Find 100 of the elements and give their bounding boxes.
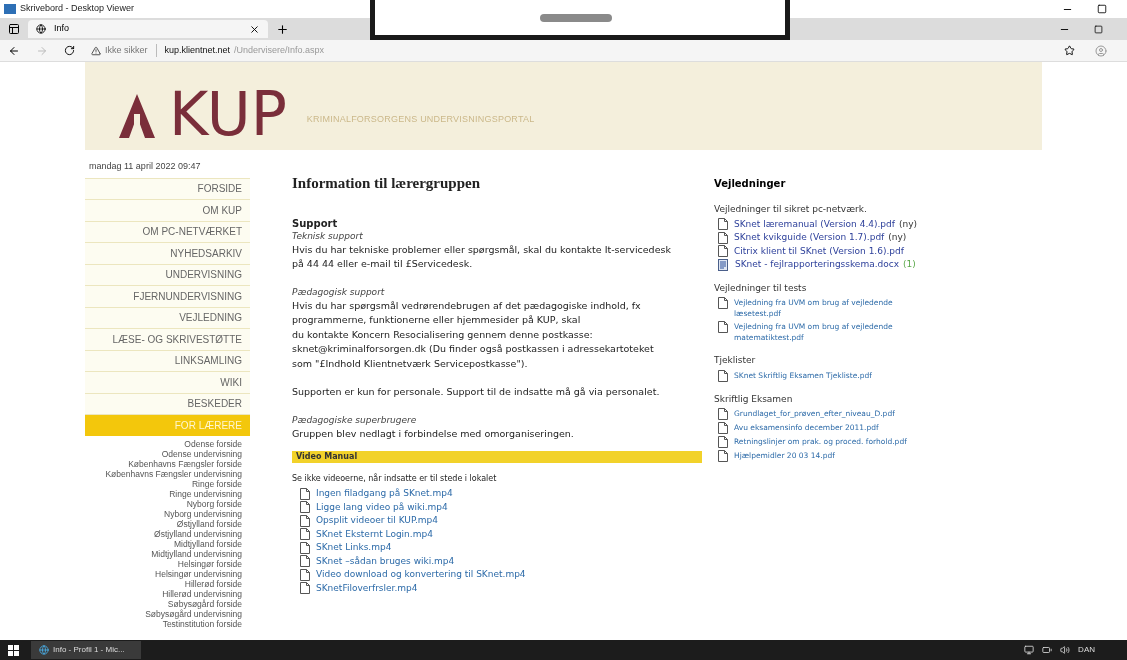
app-icon	[4, 4, 16, 14]
browser-icon	[39, 645, 49, 655]
video-link[interactable]: Video download og konvertering til SKnet.mp4	[316, 568, 526, 582]
restore-icon[interactable]	[1094, 24, 1103, 34]
location-link[interactable]: Københavns Fængsler undervisning	[105, 468, 242, 479]
location-link[interactable]: Københavns Fængsler forside	[128, 458, 242, 469]
video-link[interactable]: SKnet Eksternt Login.mp4	[316, 527, 433, 541]
location-link[interactable]: Testinstitution forside	[162, 618, 242, 629]
location-link[interactable]: Hillerød undervisning	[162, 588, 242, 599]
nav-link[interactable]: LÆSE- OG SKRIVESTØTTE	[85, 328, 250, 350]
location-link[interactable]: Midtjylland undervisning	[151, 548, 242, 559]
new-label: (ny)	[888, 231, 907, 244]
location-link[interactable]: Nyborg forside	[186, 498, 242, 509]
location-link[interactable]: Nyborg undervisning	[164, 508, 242, 519]
handle-icon[interactable]	[540, 14, 612, 22]
file-icon	[300, 501, 310, 514]
file-icon	[300, 487, 310, 500]
tagline: KRIMINALFORSORGENS UNDERVISNINGSPORTAL	[306, 112, 535, 126]
file-icon	[718, 218, 728, 231]
note-text: Se ikke videoerne, når indsatte er til stede i lokalet	[292, 473, 498, 485]
video-link[interactable]: Ligge lang video på wiki.mp4	[316, 500, 448, 514]
paragraph: Gruppen blev nedlagt i forbindelse med omorganiseringen.	[292, 426, 575, 441]
nav-link[interactable]: NYHEDSARKIV	[85, 242, 250, 264]
subheading: Teknisk support	[292, 229, 364, 243]
address-field[interactable]: Ikke sikker kup.klientnet.net /Undervisere/Info.aspx	[91, 42, 325, 59]
document-link[interactable]: SKnet - fejlrapporteringsskema.docx	[735, 258, 900, 272]
windows-icon[interactable]	[8, 644, 19, 656]
location-link[interactable]: Odense forside	[184, 438, 242, 449]
warning-icon	[91, 45, 101, 56]
volume-icon[interactable]	[1060, 645, 1071, 655]
paragraph: Hvis du har tekniske problemer eller spørgsmål, skal du kontakte It-servicedesk på 44 44 eller e-mail til £Servicedesk.	[292, 242, 672, 271]
page-title: Information til lærergruppen	[292, 174, 482, 193]
count-label: (1)	[903, 258, 916, 271]
section-heading: Support	[292, 216, 339, 230]
location-link[interactable]: Odense undervisning	[161, 448, 242, 459]
video-link[interactable]: Opsplit videoer til KUP.mp4	[316, 514, 438, 528]
nav-link[interactable]: WIKI	[85, 371, 250, 393]
date-text: mandag 11 april 2022 09:47	[88, 160, 202, 173]
back-icon[interactable]	[8, 44, 20, 57]
location-link[interactable]: Østjylland undervisning	[154, 528, 242, 539]
group-title: Tjeklister	[714, 354, 757, 367]
nav-link[interactable]: VEJLEDNING	[85, 306, 250, 328]
network-icon[interactable]	[1024, 645, 1035, 655]
file-icon	[300, 528, 310, 541]
file-icon	[300, 568, 310, 581]
location-link[interactable]: Hillerød forside	[184, 578, 242, 589]
nav-link[interactable]: OM KUP	[85, 199, 250, 221]
location-link[interactable]: Søbysøgård undervisning	[145, 608, 242, 619]
location-link[interactable]: Ringe forside	[191, 478, 242, 489]
page-icon	[36, 24, 46, 34]
new-tab-icon[interactable]	[276, 22, 289, 36]
close-icon[interactable]	[249, 23, 260, 35]
subheading: Pædagogiske superbrugere	[292, 413, 418, 427]
new-label: (ny)	[898, 217, 917, 231]
document-link[interactable]: SKnet læremanual (Version 4.4).pdf	[734, 217, 895, 231]
video-link[interactable]: Ingen filadgang på SKnet.mp4	[316, 487, 453, 501]
language-indicator[interactable]: DAN	[1078, 644, 1095, 656]
location-link[interactable]: Østjylland forside	[176, 518, 242, 529]
location-link[interactable]: Midtjylland forside	[173, 538, 242, 549]
tab-actions-icon[interactable]	[8, 23, 20, 35]
file-icon	[718, 245, 728, 258]
file-icon	[718, 450, 728, 462]
battery-icon[interactable]	[1042, 645, 1053, 655]
refresh-icon[interactable]	[64, 45, 75, 56]
logo-text: KUP	[169, 86, 287, 142]
file-icon	[300, 541, 310, 554]
file-icon	[300, 582, 310, 595]
video-link[interactable]: SKnet Links.mp4	[316, 541, 392, 555]
nav-link[interactable]: FORSIDE	[85, 177, 250, 199]
window-title: Skrivebord - Desktop Viewer	[20, 2, 134, 16]
nav-link[interactable]: UNDERVISNING	[85, 263, 250, 285]
file-icon	[300, 514, 310, 527]
maximize-icon[interactable]	[1097, 4, 1107, 14]
file-icon	[718, 321, 728, 333]
paragraph: Hvis du har spørgsmål vedrørendebrugen af det pædagogiske indhold, fx programmerne, funktionerne eller hjemmesider på KUP, skal du kontakte Koncern Resocialisering gennem denne postkasse: sknet@kriminalforsorgen.dk (Du finder også postkassen i adressekartoteket som "£Indhold Klientnetværk Servicepostkasse").	[292, 298, 655, 371]
document-link[interactable]: Citrix klient til SKnet (Version 1.6).pdf	[734, 244, 904, 258]
nav-link[interactable]: LINKSAMLING	[85, 349, 250, 371]
nav-link[interactable]: FJERNUNDERVISNING	[85, 285, 250, 307]
document-link[interactable]: SKnet kvikguide (Version 1.7).pdf	[734, 231, 885, 245]
file-icon	[718, 408, 728, 420]
video-link[interactable]: SKnetFiloverfrsler.mp4	[316, 581, 418, 595]
group-title: Vejledninger til tests	[714, 281, 808, 295]
taskbar-app-button[interactable]: Info - Profil 1 - Mic...	[31, 641, 141, 659]
nav-link[interactable]: BESKEDER	[85, 392, 250, 414]
browser-tab[interactable]: Info	[28, 20, 268, 38]
section-heading: Video Manual	[296, 451, 358, 463]
file-icon	[718, 297, 728, 309]
section-heading: Vejledninger	[714, 177, 787, 191]
favorites-icon[interactable]	[1064, 45, 1075, 56]
video-link[interactable]: SKnet –sådan bruges wiki.mp4	[316, 554, 455, 568]
location-link[interactable]: Helsingør forside	[177, 558, 242, 569]
paragraph: Supporten er kun for personale. Support til de indsatte må gå via personalet.	[292, 385, 661, 399]
nav-link[interactable]: OM PC-NETVÆRKET	[85, 220, 250, 242]
file-icon	[718, 422, 728, 434]
location-link[interactable]: Ringe undervisning	[169, 488, 242, 499]
location-link[interactable]: Helsingør undervisning	[155, 568, 242, 579]
group-title: Vejledninger til sikret pc-netværk.	[714, 203, 868, 216]
location-link[interactable]: Søbysøgård forside	[167, 598, 242, 609]
file-icon	[718, 231, 728, 244]
file-icon	[718, 369, 728, 382]
